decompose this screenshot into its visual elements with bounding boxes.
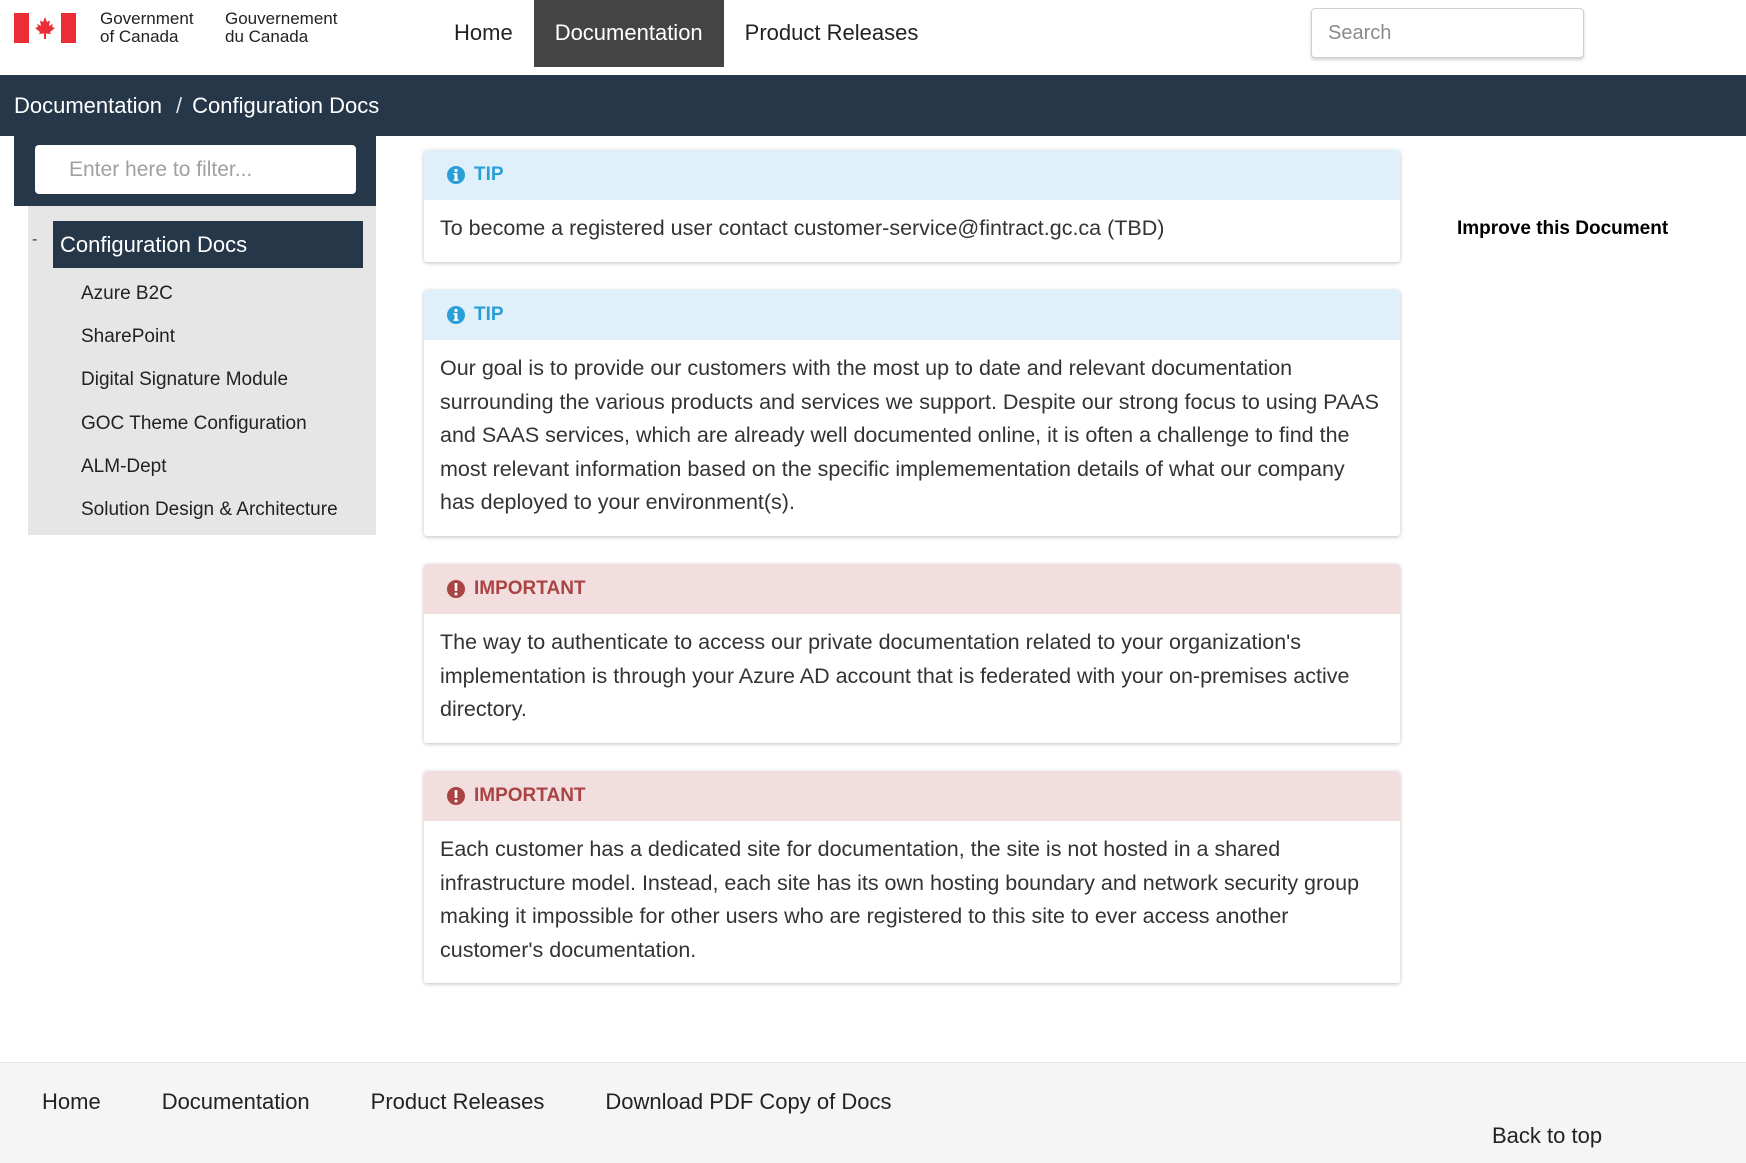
sidebar-item-digital-signature-module[interactable]: Digital Signature Module <box>81 370 338 413</box>
canada-flag-icon <box>14 13 76 43</box>
breadcrumb-documentation[interactable]: Documentation <box>14 93 162 118</box>
sidebar-section-configuration-docs[interactable]: Configuration Docs <box>53 221 363 268</box>
alert-label: IMPORTANT <box>474 785 586 806</box>
alert-body: Our goal is to provide our customers wit… <box>440 356 1379 514</box>
info-icon <box>447 166 465 184</box>
gov-en-line2: of Canada <box>100 27 179 46</box>
footer-link-download-pdf[interactable]: Download PDF Copy of Docs <box>605 1089 891 1115</box>
gov-en-line1: Government <box>100 9 194 28</box>
alert-heading: IMPORTANT <box>424 564 1400 614</box>
nav-home[interactable]: Home <box>433 0 534 67</box>
important-alert: IMPORTANT Each customer has a dedicated … <box>424 771 1400 983</box>
sidebar-item-solution-design[interactable]: Solution Design & Architecture <box>81 499 338 543</box>
alert-body: Each customer has a dedicated site for d… <box>440 837 1360 962</box>
back-to-top-link[interactable]: Back to top <box>1492 1123 1602 1149</box>
footer-nav: Home Documentation Product Releases Down… <box>42 1089 952 1115</box>
breadcrumb-configuration-docs[interactable]: Configuration Docs <box>192 93 379 118</box>
sidebar-filter-input[interactable] <box>35 145 356 194</box>
footer-link-home[interactable]: Home <box>42 1089 101 1115</box>
sidebar-item-alm-dept[interactable]: ALM-Dept <box>81 456 338 500</box>
main-nav: Home Documentation Product Releases <box>433 0 939 67</box>
sidebar-item-sharepoint[interactable]: SharePoint <box>81 327 338 370</box>
breadcrumb: Documentation / Configuration Docs <box>0 75 1746 136</box>
sidebar-list: Azure B2C SharePoint Digital Signature M… <box>81 283 338 543</box>
tip-alert: TIP To become a registered user contact … <box>424 150 1400 262</box>
sidebar-filter-panel <box>14 136 376 206</box>
collapse-toggle[interactable]: - <box>32 231 37 249</box>
nav-documentation[interactable]: Documentation <box>533 0 724 67</box>
info-icon <box>447 306 465 324</box>
footer-link-documentation[interactable]: Documentation <box>162 1089 310 1115</box>
gov-wordmark-en[interactable]: Government of Canada <box>100 10 194 46</box>
sidebar-nav: - Configuration Docs Azure B2C SharePoin… <box>28 206 376 535</box>
alert-body: The way to authenticate to access our pr… <box>440 630 1350 721</box>
nav-product-releases[interactable]: Product Releases <box>724 0 940 67</box>
alert-label: TIP <box>474 164 504 185</box>
sidebar-item-goc-theme-configuration[interactable]: GOC Theme Configuration <box>81 413 338 457</box>
gov-fr-line1: Gouvernement <box>225 9 338 28</box>
gov-wordmark-fr[interactable]: Gouvernement du Canada <box>225 10 337 46</box>
breadcrumb-separator: / <box>175 93 183 118</box>
search-input[interactable] <box>1311 8 1584 58</box>
tip-alert: TIP Our goal is to provide our customers… <box>424 290 1400 536</box>
improve-document-link[interactable]: Improve this Document <box>1457 218 1668 240</box>
top-header: Government of Canada Gouvernement du Can… <box>0 0 1746 75</box>
footer-link-product-releases[interactable]: Product Releases <box>371 1089 545 1115</box>
alert-heading: IMPORTANT <box>424 771 1400 821</box>
exclamation-icon <box>447 787 465 805</box>
alert-label: TIP <box>474 304 504 325</box>
footer: Home Documentation Product Releases Down… <box>0 1062 1746 1163</box>
gov-fr-line2: du Canada <box>225 27 309 46</box>
alert-label: IMPORTANT <box>474 578 586 599</box>
alert-heading: TIP <box>424 290 1400 340</box>
exclamation-icon <box>447 580 465 598</box>
alert-heading: TIP <box>424 150 1400 200</box>
alert-body: To become a registered user contact cust… <box>440 216 1165 240</box>
important-alert: IMPORTANT The way to authenticate to acc… <box>424 564 1400 743</box>
sidebar-item-azure-b2c[interactable]: Azure B2C <box>81 283 338 327</box>
